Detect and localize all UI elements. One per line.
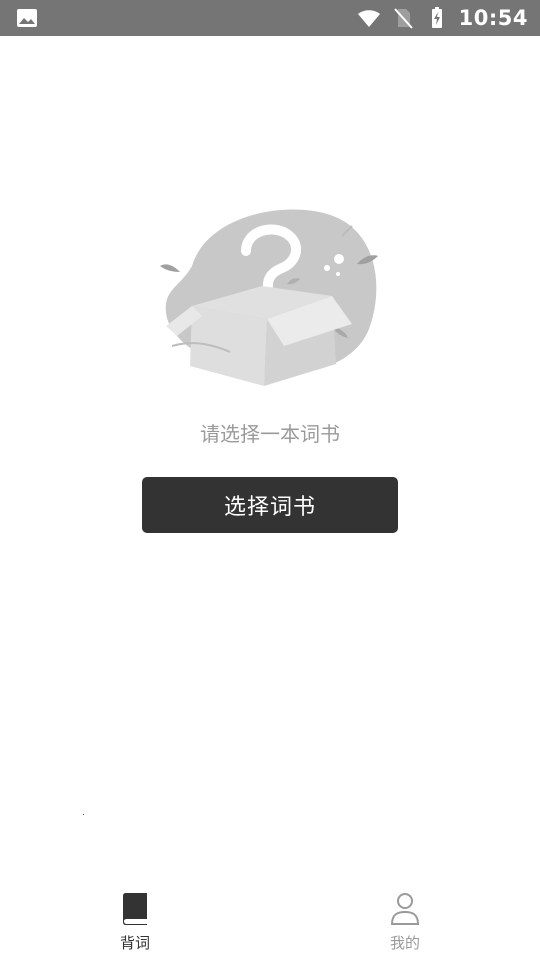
nav-label-mine: 我的 (389, 934, 420, 952)
book-icon (123, 893, 147, 925)
select-wordbook-button[interactable]: 选择词书 (142, 477, 398, 533)
question-box-illustration (160, 209, 378, 386)
nav-item-mine[interactable]: 我的 (345, 880, 465, 960)
person-icon (390, 893, 420, 925)
no-sim-icon (393, 8, 413, 29)
battery-charging-icon (431, 7, 442, 28)
status-time: 10:54 (458, 6, 528, 30)
nav-item-study[interactable]: 背词 (75, 880, 195, 960)
status-bar: 10:54 (0, 0, 540, 36)
dot-mark (83, 814, 84, 815)
wifi-icon (357, 10, 380, 27)
status-icons: 10:54 (357, 0, 528, 36)
bottom-nav: 背词 我的 (0, 880, 540, 960)
empty-message: 请选择一本词书 (200, 422, 340, 446)
nav-label-study: 背词 (119, 934, 150, 952)
image-icon (17, 9, 37, 27)
